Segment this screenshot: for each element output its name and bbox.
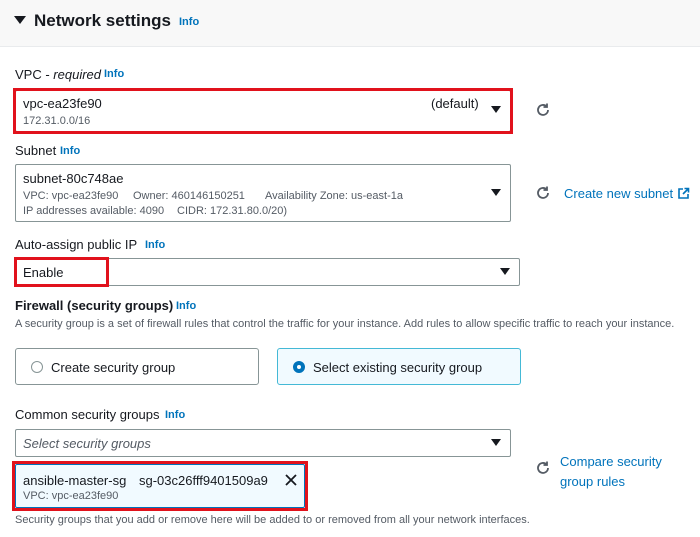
- create-security-group-label: Create security group: [51, 360, 176, 375]
- section-title: Network settings: [34, 11, 171, 30]
- subnet-label: Subnet: [15, 143, 57, 158]
- compare-link-line1[interactable]: Compare security: [560, 452, 662, 472]
- auto-ip-dropdown-caret-icon[interactable]: [500, 268, 510, 275]
- vpc-refresh-icon[interactable]: [535, 102, 551, 118]
- subnet-ips: IP addresses available: 4090: [23, 205, 165, 217]
- firewall-info-link[interactable]: Info: [176, 300, 196, 312]
- compare-link-line2[interactable]: group rules: [560, 472, 662, 492]
- subnet-vpc: VPC: vpc-ea23fe90: [23, 190, 119, 202]
- select-existing-security-group-label: Select existing security group: [313, 360, 483, 375]
- firewall-description: A security group is a set of firewall ru…: [15, 318, 675, 330]
- vpc-default-tag: (default): [431, 96, 479, 111]
- subnet-cidr: CIDR: 172.31.80.0/20): [177, 205, 288, 217]
- auto-ip-label: Auto-assign public IP: [15, 237, 138, 252]
- vpc-required-text: required: [53, 67, 101, 82]
- common-sg-dropdown-caret-icon[interactable]: [491, 439, 501, 446]
- subnet-owner: Owner: 460146150251: [133, 190, 245, 202]
- subnet-refresh-icon[interactable]: [535, 185, 551, 201]
- create-new-subnet-link[interactable]: Create new subnet: [564, 186, 673, 201]
- remove-sg-close-icon[interactable]: [285, 474, 297, 486]
- select-existing-security-group-radio[interactable]: [293, 361, 305, 373]
- subnet-info-link[interactable]: Info: [60, 145, 80, 157]
- auto-ip-info-link[interactable]: Info: [145, 239, 165, 251]
- vpc-value: vpc-ea23fe90: [23, 96, 102, 111]
- section-info-link[interactable]: Info: [179, 16, 199, 28]
- firewall-label: Firewall (security groups): [15, 298, 174, 313]
- subnet-value: subnet-80c748ae: [23, 171, 124, 186]
- selected-sg-id: sg-03c26fff9401509a9: [139, 473, 268, 488]
- vpc-info-link[interactable]: Info: [104, 68, 124, 80]
- vpc-label-text: VPC -: [15, 67, 54, 82]
- sg-refresh-icon[interactable]: [535, 460, 551, 476]
- subnet-dropdown-caret-icon[interactable]: [491, 189, 501, 196]
- vpc-cidr: 172.31.0.0/16: [23, 115, 91, 127]
- collapse-caret-icon[interactable]: [14, 16, 26, 24]
- create-security-group-radio[interactable]: [31, 361, 43, 373]
- vpc-dropdown-caret-icon[interactable]: [491, 106, 501, 113]
- vpc-label: VPC - required: [15, 67, 101, 82]
- common-sg-footer-note: Security groups that you add or remove h…: [15, 514, 530, 526]
- selected-sg-name: ansible-master-sg: [23, 473, 127, 488]
- common-sg-placeholder: Select security groups: [23, 436, 151, 451]
- auto-ip-value: Enable: [23, 265, 64, 280]
- common-sg-label: Common security groups: [15, 407, 160, 422]
- external-link-icon[interactable]: [677, 187, 690, 200]
- subnet-az: Availability Zone: us-east-1a: [265, 190, 403, 202]
- selected-sg-vpc: VPC: vpc-ea23fe90: [23, 490, 119, 502]
- vpc-highlight: [13, 88, 513, 134]
- compare-security-group-rules-link[interactable]: Compare security group rules: [560, 452, 662, 492]
- common-sg-info-link[interactable]: Info: [165, 409, 185, 421]
